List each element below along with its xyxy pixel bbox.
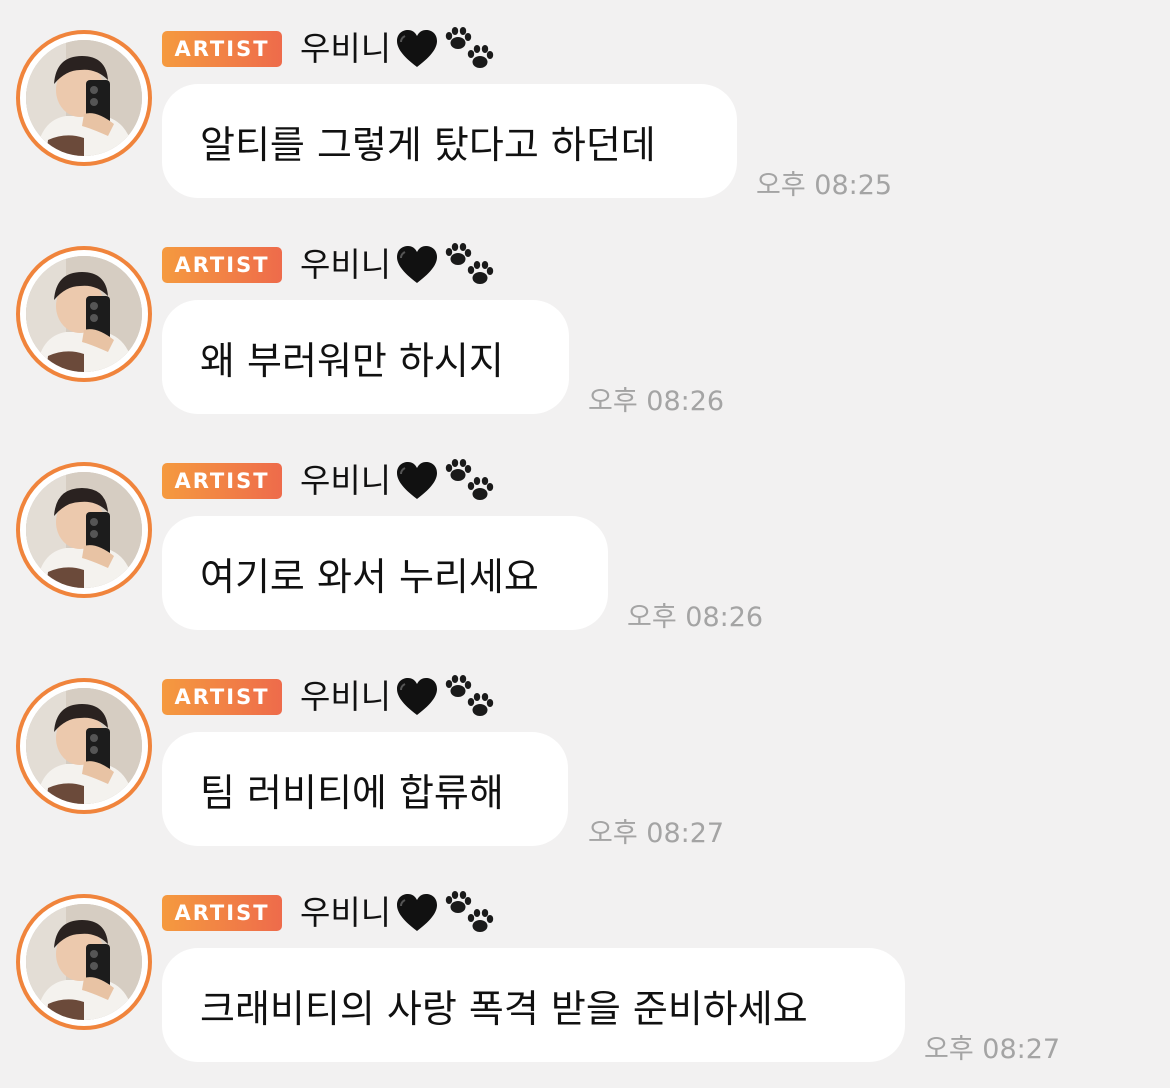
artist-badge: ARTIST xyxy=(162,31,282,67)
artist-badge: ARTIST xyxy=(162,247,282,283)
sender-row: ARTIST 우비니 xyxy=(162,243,495,287)
artist-badge: ARTIST xyxy=(162,463,282,499)
black-heart-icon xyxy=(395,893,439,933)
black-heart-icon xyxy=(395,677,439,717)
message-bubble[interactable]: 왜 부러워만 하시지 xyxy=(162,300,569,414)
avatar[interactable] xyxy=(16,462,152,598)
message-bubble[interactable]: 크래비티의 사랑 폭격 받을 준비하세요 xyxy=(162,948,905,1062)
sender-name[interactable]: 우비니 xyxy=(300,893,391,933)
message-item: ARTIST 우비니 팀 러비티에 합류해 오후 08:27 xyxy=(0,648,1170,864)
message-time: 오후 08:27 xyxy=(924,1034,1061,1065)
message-time: 오후 08:27 xyxy=(588,818,725,849)
message-time: 오후 08:25 xyxy=(756,170,893,201)
avatar[interactable] xyxy=(16,894,152,1030)
message-time: 오후 08:26 xyxy=(627,602,764,633)
message-time: 오후 08:26 xyxy=(588,386,725,417)
message-item: ARTIST 우비니 알티를 그렇게 탔다고 하던데 오후 08:25 xyxy=(0,0,1170,216)
message-item: ARTIST 우비니 왜 부러워만 하시지 오후 08:26 xyxy=(0,216,1170,432)
paw-prints-icon xyxy=(443,27,495,71)
sender-row: ARTIST 우비니 xyxy=(162,459,495,503)
avatar-photo xyxy=(26,256,142,372)
black-heart-icon xyxy=(395,461,439,501)
black-heart-icon xyxy=(395,245,439,285)
paw-prints-icon xyxy=(443,243,495,287)
sender-name[interactable]: 우비니 xyxy=(300,461,391,501)
avatar[interactable] xyxy=(16,678,152,814)
avatar-photo xyxy=(26,904,142,1020)
sender-row: ARTIST 우비니 xyxy=(162,27,495,71)
artist-badge: ARTIST xyxy=(162,895,282,931)
message-bubble[interactable]: 여기로 와서 누리세요 xyxy=(162,516,608,630)
sender-row: ARTIST 우비니 xyxy=(162,891,495,935)
message-item: ARTIST 우비니 크래비티의 사랑 폭격 받을 준비하세요 오후 08:27 xyxy=(0,864,1170,1080)
sender-name[interactable]: 우비니 xyxy=(300,29,391,69)
sender-name[interactable]: 우비니 xyxy=(300,677,391,717)
avatar[interactable] xyxy=(16,246,152,382)
avatar[interactable] xyxy=(16,30,152,166)
paw-prints-icon xyxy=(443,459,495,503)
artist-badge: ARTIST xyxy=(162,679,282,715)
sender-row: ARTIST 우비니 xyxy=(162,675,495,719)
avatar-photo xyxy=(26,688,142,804)
chat-thread: ARTIST 우비니 알티를 그렇게 탔다고 하던데 오후 08:25 ARTI… xyxy=(0,0,1170,1088)
black-heart-icon xyxy=(395,29,439,69)
paw-prints-icon xyxy=(443,891,495,935)
paw-prints-icon xyxy=(443,675,495,719)
sender-name[interactable]: 우비니 xyxy=(300,245,391,285)
avatar-photo xyxy=(26,40,142,156)
avatar-photo xyxy=(26,472,142,588)
message-bubble[interactable]: 팀 러비티에 합류해 xyxy=(162,732,568,846)
message-item: ARTIST 우비니 여기로 와서 누리세요 오후 08:26 xyxy=(0,432,1170,648)
message-bubble[interactable]: 알티를 그렇게 탔다고 하던데 xyxy=(162,84,737,198)
